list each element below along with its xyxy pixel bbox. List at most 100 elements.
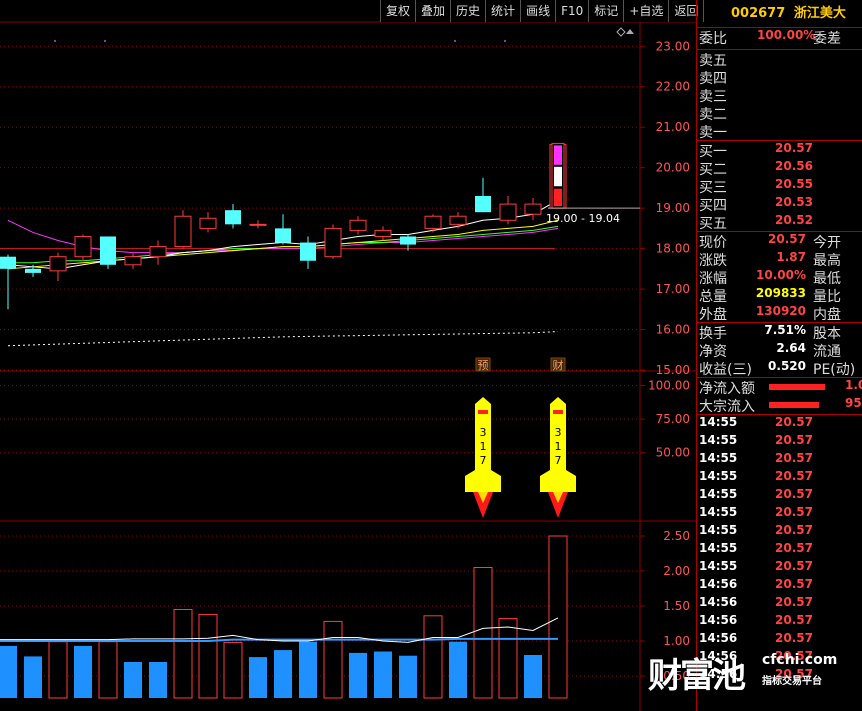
fundamentals: 换手 7.51% 股本 净资 2.64 流通 收益(三) 0.520 PE(动) — [697, 322, 862, 378]
marker-dot — [454, 40, 456, 42]
volume-bar-up — [198, 613, 218, 699]
volume-bar-up — [323, 620, 343, 699]
tick-row: 14:55 20.57 — [697, 541, 862, 559]
candle-body-up — [49, 256, 67, 272]
sell-row: 卖五 — [697, 50, 862, 69]
quote-panel: 002677 浙江美大 委比 100.00% 委差 卖五 卖四 卖三 卖二 卖一 买一 2… — [696, 0, 862, 711]
price-axis-tick-label: 23.00 — [656, 39, 690, 53]
diamond-icon — [616, 27, 626, 37]
fund-label2: PE(动) — [813, 362, 856, 378]
intraday-fill-magenta — [554, 145, 562, 165]
volume-bar-down — [124, 662, 142, 698]
tick-time: 14:55 — [699, 415, 738, 429]
fund-label: 收益(三) — [699, 362, 752, 378]
stock-name: 浙江美大 — [793, 6, 846, 21]
candle — [149, 240, 167, 265]
fund-row: 净资 2.64 流通 — [697, 341, 862, 360]
toolbar-button-6[interactable]: 标记 — [588, 0, 624, 22]
toolbar-button-5[interactable]: F10 — [555, 0, 589, 22]
range-label: 19.00 - 19.04 — [546, 212, 620, 225]
toolbar-button-1[interactable]: 叠加 — [415, 0, 451, 22]
candle-body-down — [400, 236, 416, 245]
buy-label: 买二 — [699, 162, 727, 178]
candle-body-up — [499, 203, 517, 221]
volume-bar-down — [299, 641, 317, 698]
quote-label2: 今开 — [813, 235, 841, 251]
quote-value: 130920 — [755, 304, 806, 318]
toolbar-button-4[interactable]: 画线 — [520, 0, 556, 22]
quote-label: 外盘 — [699, 307, 727, 323]
quote-row: 现价 20.57 今开 — [697, 232, 862, 251]
candle — [225, 204, 241, 229]
volume-bar-up — [98, 641, 118, 699]
quote-label2: 内盘 — [813, 307, 841, 323]
quote-row: 涨跌 1.87 最高 — [697, 250, 862, 269]
ma-long-dashed-line — [7, 331, 559, 347]
price-axis-tick-label: 19.00 — [656, 201, 690, 215]
candle-body-up — [174, 215, 192, 248]
fund-row: 换手 7.51% 股本 — [697, 323, 862, 342]
buy-label: 买五 — [699, 216, 727, 232]
volume-axis-tick-label: 1.50 — [663, 599, 690, 613]
tick-price: 20.57 — [775, 433, 813, 447]
tick-row: 14:55 20.57 — [697, 523, 862, 541]
sell-label: 卖五 — [699, 53, 727, 69]
tick-list: 14:55 20.57 14:55 20.57 14:55 20.57 14:55 20.57… — [697, 414, 862, 685]
candle — [300, 236, 316, 269]
volume-bar-down — [24, 656, 42, 698]
sell-label: 卖三 — [699, 89, 727, 105]
tick-price: 20.57 — [775, 505, 813, 519]
candle — [74, 234, 92, 261]
candle-body-down — [0, 256, 16, 269]
tick-row: 14:56 20.57 — [697, 649, 862, 667]
volume-bar-up — [173, 609, 193, 699]
quote-row: 外盘 130920 内盘 — [697, 304, 862, 323]
tick-price: 20.57 — [775, 577, 813, 591]
volume-bar-up — [548, 535, 568, 699]
volume-bar-down — [149, 662, 167, 698]
tick-row: 14:56 20.57 — [697, 613, 862, 631]
toolbar-button-3[interactable]: 统计 — [485, 0, 521, 22]
quote-row: 总量 209833 量比 — [697, 286, 862, 305]
quote-value: 1.87 — [776, 250, 806, 264]
chart-toolbar: 复权 叠加 历史 统计 画线 F10 标记 +自选 返回 — [380, 0, 705, 22]
tick-time: 14:55 — [699, 433, 738, 447]
rocket-signal: 317 — [465, 397, 501, 518]
weicha-label: 委差 — [813, 31, 841, 47]
quote-label2: 最低 — [813, 271, 841, 287]
tick-time: 14:55 — [699, 523, 738, 537]
candle-body-down — [300, 242, 316, 261]
tick-time: 14:55 — [699, 541, 738, 555]
volume-bar-down — [524, 655, 542, 698]
toolbar-button-7[interactable]: +自选 — [623, 0, 669, 22]
tick-time: 14:55 — [699, 505, 738, 519]
fund-label2: 股本 — [813, 326, 841, 342]
candle-body-up — [74, 235, 92, 258]
tick-time: 14:55 — [699, 487, 738, 501]
toolbar-button-2[interactable]: 历史 — [450, 0, 486, 22]
rocket-window — [478, 410, 488, 414]
kline-chart-area[interactable]: 23.00 22.00 21.00 20.00 19.00 18.00 17.00 16.00… — [0, 0, 697, 711]
tick-time: 14:56 — [699, 613, 738, 627]
tick-row: 14:56 20.57 — [697, 631, 862, 649]
buy-price: 20.57 — [775, 141, 813, 155]
stock-code: 002677 — [731, 6, 786, 21]
sell-label: 卖二 — [699, 107, 727, 123]
flow-row: 净流入额 1.0 — [697, 378, 862, 397]
tick-time: 14:56 — [699, 649, 738, 663]
candle-body-up — [349, 219, 367, 231]
price-axis-tick-label: 21.00 — [656, 120, 690, 134]
toolbar-button-0[interactable]: 复权 — [380, 0, 416, 22]
rocket-digit: 3 — [555, 426, 562, 439]
candle — [249, 220, 267, 229]
volume-bar-up — [498, 618, 518, 699]
quote-label: 总量 — [699, 289, 727, 305]
candle — [475, 177, 491, 213]
signal-axis-tick-label: 50.00 — [656, 446, 690, 460]
candle — [0, 254, 16, 310]
volume-bar-down — [449, 641, 467, 698]
candle-body-up — [524, 203, 542, 215]
buy-label: 买一 — [699, 144, 727, 160]
quote-summary: 现价 20.57 今开 涨跌 1.87 最高 涨幅 10.00% 最低 总量 209833 量比 外盘 1… — [697, 231, 862, 323]
flow-row: 大宗流入 952 — [697, 396, 862, 415]
